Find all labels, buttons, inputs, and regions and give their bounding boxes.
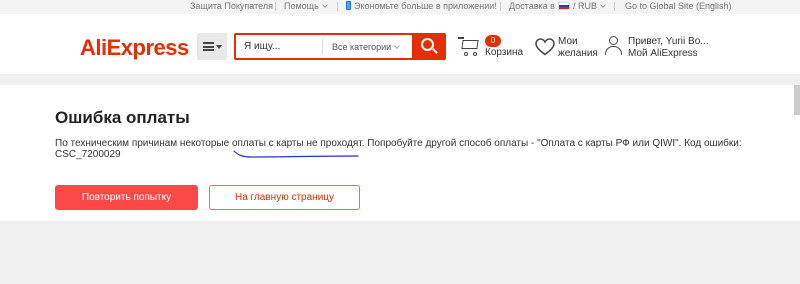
delivery-label: Доставка в — [509, 1, 555, 11]
delivery-region-selector[interactable]: Доставка в / RUB — [509, 1, 606, 12]
chevron-down-icon — [600, 2, 606, 8]
error-message: По техническим причинам некоторые оплаты… — [55, 138, 742, 160]
home-page-button[interactable]: На главную страницу — [209, 185, 360, 210]
aliexpress-logo[interactable]: AliExpress — [80, 35, 189, 61]
search-input[interactable]: Я ищу... — [244, 41, 280, 53]
account-menu[interactable]: Привет, Yurii Bo... Мой AliExpress — [628, 36, 709, 60]
category-label: Все категории — [332, 42, 392, 52]
my-aliexpress-link: Мой AliExpress — [628, 48, 698, 59]
help-label: Помощь — [284, 1, 319, 11]
heart-icon[interactable] — [535, 38, 555, 56]
app-promo-label: Экономьте больше в приложении! — [354, 1, 497, 11]
help-menu[interactable]: Помощь — [284, 1, 328, 12]
category-select[interactable]: Все категории — [332, 41, 400, 53]
phone-icon — [346, 1, 351, 10]
payment-error-card: Ошибка оплаты По техническим причинам не… — [0, 85, 800, 221]
categories-menu-button[interactable] — [197, 33, 227, 60]
divider — [322, 39, 323, 54]
wishlist-label-line2: желания — [558, 48, 598, 59]
currency-label: / RUB — [572, 1, 597, 11]
divider — [337, 2, 338, 11]
search-button[interactable] — [412, 33, 446, 60]
top-utility-bar: Защита Покупателя Помощь Экономьте больш… — [0, 0, 800, 14]
wishlist-label-line1: Мои — [558, 36, 578, 47]
app-promo-link[interactable]: Экономьте больше в приложении! — [346, 1, 497, 12]
divider — [500, 2, 501, 11]
chevron-down-icon — [321, 2, 328, 8]
russia-flag-icon — [557, 2, 570, 10]
wishlist-link[interactable]: Мои желания — [558, 36, 598, 60]
pen-underline-annotation — [233, 150, 359, 158]
user-icon[interactable] — [604, 36, 622, 56]
greeting-text: Привет, Yurii Bo... — [628, 36, 709, 47]
global-site-link[interactable]: Go to Global Site (English) — [625, 1, 732, 12]
caret-down-icon — [216, 45, 222, 49]
page-title: Ошибка оплаты — [55, 108, 190, 127]
divider — [275, 2, 276, 11]
divider — [614, 2, 615, 11]
cart-count-badge: 0 — [485, 35, 501, 47]
cart-icon[interactable] — [458, 36, 482, 58]
search-bar: Я ищу... Все категории — [234, 33, 446, 60]
hamburger-icon — [203, 42, 214, 51]
page-scrollbar-thumb[interactable] — [794, 85, 800, 115]
site-header: AliExpress Я ищу... Все категории 0 Корз… — [0, 14, 800, 74]
retry-button[interactable]: Повторить попытку — [55, 185, 198, 210]
buyer-protection-link[interactable]: Защита Покупателя — [190, 1, 273, 12]
cart-label[interactable]: Корзина — [485, 47, 523, 59]
chevron-down-icon — [394, 43, 400, 49]
